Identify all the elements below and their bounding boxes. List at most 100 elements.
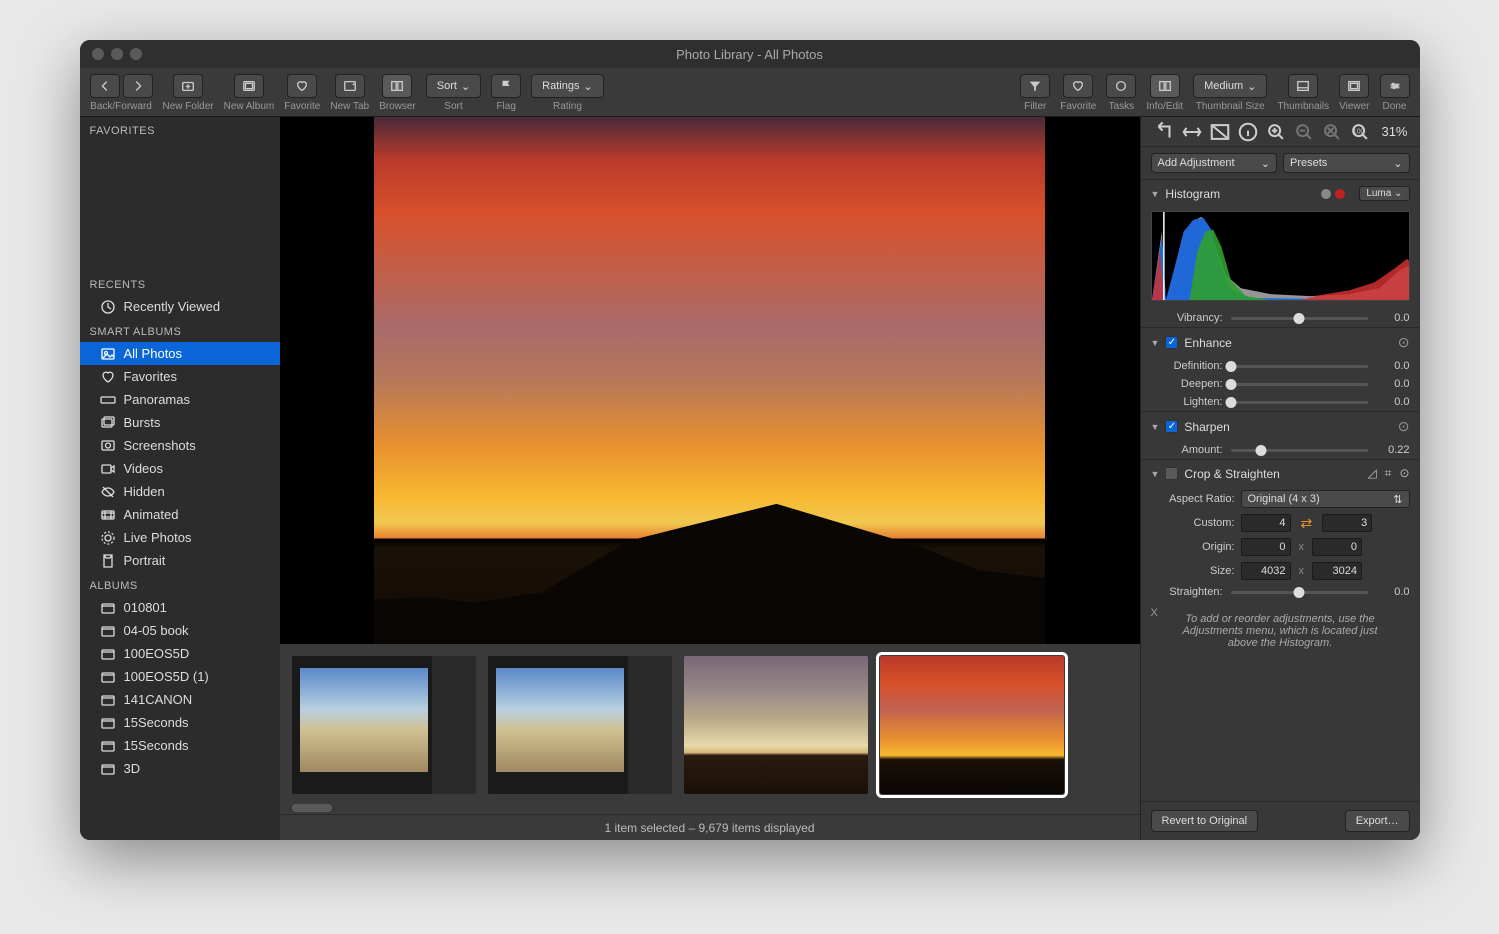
sidebar-album-15seconds[interactable]: 15Seconds (80, 734, 280, 757)
sidebar-album-141canon[interactable]: 141CANON (80, 688, 280, 711)
sidebar-albums-header: ALBUMS (80, 572, 280, 596)
more-icon[interactable]: ⊙ (1399, 466, 1409, 481)
crop-header[interactable]: ▼ Crop & Straighten ◿ ⌗ ⊙ (1141, 460, 1420, 487)
sidebar-album-3d[interactable]: 3D (80, 757, 280, 780)
new-tab-button[interactable] (335, 74, 365, 98)
definition-slider[interactable]: Definition:0.0 (1141, 357, 1420, 375)
back-button[interactable] (90, 74, 120, 98)
sidebar-item-recently-viewed[interactable]: Recently Viewed (80, 295, 280, 318)
folder-icon (100, 624, 116, 638)
aspect-ratio-select[interactable]: Original (4 x 3)⇅ (1241, 490, 1410, 508)
zoom-window-button[interactable] (130, 48, 142, 60)
enhance-checkbox[interactable]: ✓ (1165, 336, 1178, 349)
viewer-button[interactable] (1339, 74, 1369, 98)
size-w-input[interactable] (1241, 562, 1291, 580)
main-image-viewer[interactable] (280, 117, 1140, 644)
filmstrip-scrollbar[interactable] (292, 804, 332, 812)
crop-tool-icon[interactable]: ⌗ (1385, 466, 1392, 481)
origin-x-input[interactable] (1241, 538, 1291, 556)
histogram-mode-select[interactable]: Luma ⌄ (1359, 186, 1409, 201)
crop-checkbox[interactable] (1165, 467, 1178, 480)
thumbnail-size-menu[interactable]: Medium⌄ (1193, 74, 1267, 98)
size-h-input[interactable] (1312, 562, 1362, 580)
grey-dot-icon[interactable] (1321, 189, 1331, 199)
red-dot-icon[interactable] (1335, 189, 1345, 199)
close-help-button[interactable]: X (1151, 607, 1158, 619)
sidebar-item-label: 3D (124, 761, 141, 776)
sidebar-album-04-05-book[interactable]: 04-05 book (80, 619, 280, 642)
sort-menu[interactable]: Sort⌄ (426, 74, 481, 98)
flag-button[interactable] (491, 74, 521, 98)
more-icon[interactable]: ⊙ (1398, 418, 1410, 435)
presets-menu[interactable]: Presets⌄ (1283, 153, 1410, 173)
zoom-reset-icon[interactable] (1321, 122, 1343, 142)
custom-width-input[interactable] (1241, 514, 1291, 532)
sidebar-item-portrait[interactable]: Portrait (80, 549, 280, 572)
sidebar-album-100eos5d-1-[interactable]: 100EOS5D (1) (80, 665, 280, 688)
vibrancy-slider[interactable]: Vibrancy: 0.0 (1141, 309, 1420, 327)
browser-button[interactable] (382, 74, 412, 98)
swap-icon[interactable]: ⇄ (1297, 515, 1317, 532)
done-button[interactable] (1380, 74, 1410, 98)
favorite-button-2[interactable] (1063, 74, 1093, 98)
compare-icon[interactable] (1209, 122, 1231, 142)
thumbnail-1[interactable] (292, 656, 476, 794)
sidebar-album-100eos5d[interactable]: 100EOS5D (80, 642, 280, 665)
export-button[interactable]: Export… (1345, 810, 1410, 832)
tasks-button[interactable] (1106, 74, 1136, 98)
thumbnail-3[interactable] (684, 656, 868, 794)
zoom-out-icon[interactable] (1293, 122, 1315, 142)
new-album-button[interactable] (234, 74, 264, 98)
ratings-menu[interactable]: Ratings⌄ (531, 74, 604, 98)
more-icon[interactable]: ⊙ (1398, 334, 1410, 351)
sidebar-item-label: 04-05 book (124, 623, 189, 638)
info-icon[interactable] (1237, 122, 1259, 142)
new-folder-button[interactable] (173, 74, 203, 98)
content-area: FAVORITES RECENTS Recently Viewed SMART … (80, 117, 1420, 840)
thumbnails-button[interactable] (1288, 74, 1318, 98)
favorite-button[interactable] (287, 74, 317, 98)
origin-y-input[interactable] (1312, 538, 1362, 556)
sidebar-item-animated[interactable]: Animated (80, 503, 280, 526)
sidebar-item-all-photos[interactable]: All Photos (80, 342, 280, 365)
enhance-header[interactable]: ▼ ✓ Enhance ⊙ (1141, 328, 1420, 357)
sidebar-item-label: Live Photos (124, 530, 192, 545)
zoom-100-icon[interactable]: 100 (1349, 122, 1371, 142)
status-text: 1 item selected – 9,679 items displayed (604, 821, 814, 835)
add-adjustment-menu[interactable]: Add Adjustment⌄ (1151, 153, 1278, 173)
sidebar-item-favorites[interactable]: Favorites (80, 365, 280, 388)
sharpen-header[interactable]: ▼ ✓ Sharpen ⊙ (1141, 412, 1420, 441)
minimize-window-button[interactable] (111, 48, 123, 60)
amount-slider[interactable]: Amount:0.22 (1141, 441, 1420, 459)
sidebar-item-videos[interactable]: Videos (80, 457, 280, 480)
sidebar-item-screenshots[interactable]: Screenshots (80, 434, 280, 457)
custom-height-input[interactable] (1322, 514, 1372, 532)
close-window-button[interactable] (92, 48, 104, 60)
rotate-icon[interactable] (1153, 122, 1175, 142)
sharpen-checkbox[interactable]: ✓ (1165, 420, 1178, 433)
sidebar-item-panoramas[interactable]: Panoramas (80, 388, 280, 411)
sidebar-album-15seconds[interactable]: 15Seconds (80, 711, 280, 734)
done-label: Done (1383, 101, 1407, 112)
info-edit-button[interactable] (1150, 74, 1180, 98)
straighten-tool-icon[interactable]: ◿ (1367, 466, 1376, 481)
thumbnail-4-selected[interactable] (880, 656, 1064, 794)
fit-icon[interactable] (1181, 122, 1203, 142)
sidebar-smart-header: SMART ALBUMS (80, 318, 280, 342)
sidebar-album-010801[interactable]: 010801 (80, 596, 280, 619)
sidebar-item-bursts[interactable]: Bursts (80, 411, 280, 434)
sidebar-item-live-photos[interactable]: Live Photos (80, 526, 280, 549)
histogram-header[interactable]: ▼ Histogram Luma ⌄ (1141, 180, 1420, 207)
inspector-toolbar: 100 31% (1141, 117, 1420, 147)
filter-button[interactable] (1020, 74, 1050, 98)
forward-button[interactable] (123, 74, 153, 98)
zoom-in-icon[interactable] (1265, 122, 1287, 142)
straighten-slider[interactable]: Straighten:0.0 (1141, 583, 1420, 601)
deepen-slider[interactable]: Deepen:0.0 (1141, 375, 1420, 393)
help-text: X To add or reorder adjustments, use the… (1151, 607, 1410, 655)
revert-button[interactable]: Revert to Original (1151, 810, 1259, 832)
thumbnail-2[interactable] (488, 656, 672, 794)
lighten-slider[interactable]: Lighten:0.0 (1141, 393, 1420, 411)
sidebar-item-hidden[interactable]: Hidden (80, 480, 280, 503)
album-icon (100, 485, 116, 499)
